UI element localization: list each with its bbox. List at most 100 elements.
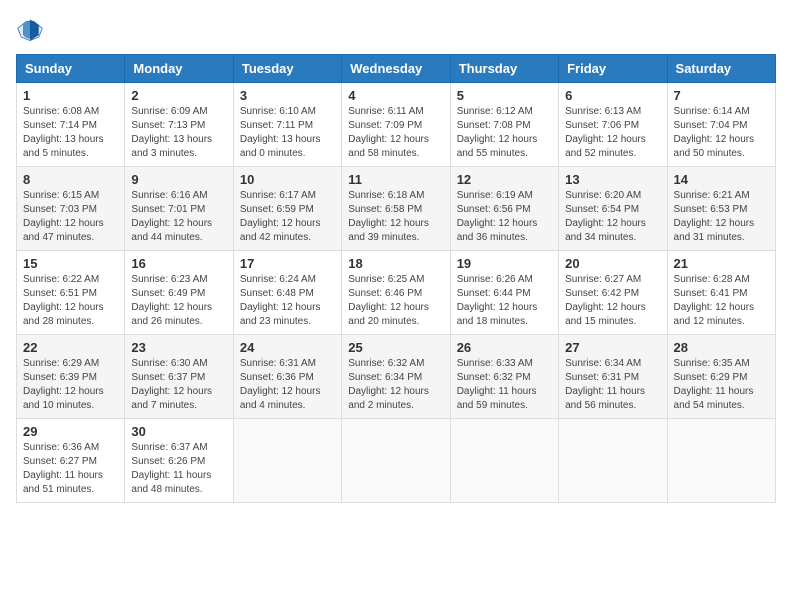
day-number: 25	[348, 340, 443, 355]
day-number: 29	[23, 424, 118, 439]
day-number: 17	[240, 256, 335, 271]
calendar-cell: 1 Sunrise: 6:08 AM Sunset: 7:14 PM Dayli…	[17, 83, 125, 167]
day-number: 3	[240, 88, 335, 103]
logo-icon	[16, 16, 44, 44]
calendar-cell: 11 Sunrise: 6:18 AM Sunset: 6:58 PM Dayl…	[342, 167, 450, 251]
day-number: 24	[240, 340, 335, 355]
calendar-cell: 27 Sunrise: 6:34 AM Sunset: 6:31 PM Dayl…	[559, 335, 667, 419]
day-info: Sunrise: 6:30 AM Sunset: 6:37 PM Dayligh…	[131, 357, 226, 413]
page-header	[16, 16, 776, 44]
calendar-cell: 24 Sunrise: 6:31 AM Sunset: 6:36 PM Dayl…	[233, 335, 341, 419]
calendar-cell	[450, 419, 558, 503]
day-number: 15	[23, 256, 118, 271]
day-info: Sunrise: 6:33 AM Sunset: 6:32 PM Dayligh…	[457, 357, 552, 413]
day-info: Sunrise: 6:32 AM Sunset: 6:34 PM Dayligh…	[348, 357, 443, 413]
calendar-header-sunday: Sunday	[17, 55, 125, 83]
calendar-cell: 3 Sunrise: 6:10 AM Sunset: 7:11 PM Dayli…	[233, 83, 341, 167]
calendar-cell: 29 Sunrise: 6:36 AM Sunset: 6:27 PM Dayl…	[17, 419, 125, 503]
calendar-cell	[342, 419, 450, 503]
day-number: 6	[565, 88, 660, 103]
calendar-week-row: 29 Sunrise: 6:36 AM Sunset: 6:27 PM Dayl…	[17, 419, 776, 503]
day-number: 12	[457, 172, 552, 187]
day-info: Sunrise: 6:13 AM Sunset: 7:06 PM Dayligh…	[565, 105, 660, 161]
day-info: Sunrise: 6:24 AM Sunset: 6:48 PM Dayligh…	[240, 273, 335, 329]
day-info: Sunrise: 6:09 AM Sunset: 7:13 PM Dayligh…	[131, 105, 226, 161]
calendar-cell: 15 Sunrise: 6:22 AM Sunset: 6:51 PM Dayl…	[17, 251, 125, 335]
day-number: 13	[565, 172, 660, 187]
day-info: Sunrise: 6:37 AM Sunset: 6:26 PM Dayligh…	[131, 441, 226, 497]
calendar-header-monday: Monday	[125, 55, 233, 83]
calendar-cell: 17 Sunrise: 6:24 AM Sunset: 6:48 PM Dayl…	[233, 251, 341, 335]
day-info: Sunrise: 6:17 AM Sunset: 6:59 PM Dayligh…	[240, 189, 335, 245]
day-number: 9	[131, 172, 226, 187]
calendar-cell: 6 Sunrise: 6:13 AM Sunset: 7:06 PM Dayli…	[559, 83, 667, 167]
calendar-cell: 28 Sunrise: 6:35 AM Sunset: 6:29 PM Dayl…	[667, 335, 775, 419]
day-number: 20	[565, 256, 660, 271]
day-number: 11	[348, 172, 443, 187]
calendar-header-saturday: Saturday	[667, 55, 775, 83]
day-info: Sunrise: 6:18 AM Sunset: 6:58 PM Dayligh…	[348, 189, 443, 245]
day-info: Sunrise: 6:34 AM Sunset: 6:31 PM Dayligh…	[565, 357, 660, 413]
calendar-cell	[667, 419, 775, 503]
day-number: 22	[23, 340, 118, 355]
calendar-cell: 19 Sunrise: 6:26 AM Sunset: 6:44 PM Dayl…	[450, 251, 558, 335]
calendar-cell: 9 Sunrise: 6:16 AM Sunset: 7:01 PM Dayli…	[125, 167, 233, 251]
logo	[16, 16, 48, 44]
day-number: 14	[674, 172, 769, 187]
day-info: Sunrise: 6:11 AM Sunset: 7:09 PM Dayligh…	[348, 105, 443, 161]
day-number: 18	[348, 256, 443, 271]
calendar-week-row: 1 Sunrise: 6:08 AM Sunset: 7:14 PM Dayli…	[17, 83, 776, 167]
day-number: 23	[131, 340, 226, 355]
calendar-cell: 13 Sunrise: 6:20 AM Sunset: 6:54 PM Dayl…	[559, 167, 667, 251]
calendar-body: 1 Sunrise: 6:08 AM Sunset: 7:14 PM Dayli…	[17, 83, 776, 503]
calendar-cell: 26 Sunrise: 6:33 AM Sunset: 6:32 PM Dayl…	[450, 335, 558, 419]
calendar-header-thursday: Thursday	[450, 55, 558, 83]
day-number: 26	[457, 340, 552, 355]
calendar-cell: 18 Sunrise: 6:25 AM Sunset: 6:46 PM Dayl…	[342, 251, 450, 335]
day-info: Sunrise: 6:19 AM Sunset: 6:56 PM Dayligh…	[457, 189, 552, 245]
day-info: Sunrise: 6:21 AM Sunset: 6:53 PM Dayligh…	[674, 189, 769, 245]
day-info: Sunrise: 6:20 AM Sunset: 6:54 PM Dayligh…	[565, 189, 660, 245]
calendar-cell: 23 Sunrise: 6:30 AM Sunset: 6:37 PM Dayl…	[125, 335, 233, 419]
day-info: Sunrise: 6:36 AM Sunset: 6:27 PM Dayligh…	[23, 441, 118, 497]
day-info: Sunrise: 6:25 AM Sunset: 6:46 PM Dayligh…	[348, 273, 443, 329]
calendar-cell: 22 Sunrise: 6:29 AM Sunset: 6:39 PM Dayl…	[17, 335, 125, 419]
calendar-header-row: SundayMondayTuesdayWednesdayThursdayFrid…	[17, 55, 776, 83]
day-number: 19	[457, 256, 552, 271]
day-number: 16	[131, 256, 226, 271]
day-number: 10	[240, 172, 335, 187]
day-info: Sunrise: 6:08 AM Sunset: 7:14 PM Dayligh…	[23, 105, 118, 161]
day-info: Sunrise: 6:14 AM Sunset: 7:04 PM Dayligh…	[674, 105, 769, 161]
calendar-header-wednesday: Wednesday	[342, 55, 450, 83]
day-number: 27	[565, 340, 660, 355]
calendar-cell: 8 Sunrise: 6:15 AM Sunset: 7:03 PM Dayli…	[17, 167, 125, 251]
day-info: Sunrise: 6:28 AM Sunset: 6:41 PM Dayligh…	[674, 273, 769, 329]
day-info: Sunrise: 6:27 AM Sunset: 6:42 PM Dayligh…	[565, 273, 660, 329]
calendar-header-tuesday: Tuesday	[233, 55, 341, 83]
calendar-cell: 20 Sunrise: 6:27 AM Sunset: 6:42 PM Dayl…	[559, 251, 667, 335]
day-number: 28	[674, 340, 769, 355]
calendar-cell: 14 Sunrise: 6:21 AM Sunset: 6:53 PM Dayl…	[667, 167, 775, 251]
calendar-cell	[559, 419, 667, 503]
day-number: 2	[131, 88, 226, 103]
day-info: Sunrise: 6:10 AM Sunset: 7:11 PM Dayligh…	[240, 105, 335, 161]
calendar-cell	[233, 419, 341, 503]
day-number: 21	[674, 256, 769, 271]
calendar-table: SundayMondayTuesdayWednesdayThursdayFrid…	[16, 54, 776, 503]
calendar-cell: 10 Sunrise: 6:17 AM Sunset: 6:59 PM Dayl…	[233, 167, 341, 251]
day-info: Sunrise: 6:23 AM Sunset: 6:49 PM Dayligh…	[131, 273, 226, 329]
calendar-cell: 2 Sunrise: 6:09 AM Sunset: 7:13 PM Dayli…	[125, 83, 233, 167]
day-number: 1	[23, 88, 118, 103]
day-info: Sunrise: 6:26 AM Sunset: 6:44 PM Dayligh…	[457, 273, 552, 329]
calendar-header-friday: Friday	[559, 55, 667, 83]
day-info: Sunrise: 6:16 AM Sunset: 7:01 PM Dayligh…	[131, 189, 226, 245]
calendar-cell: 25 Sunrise: 6:32 AM Sunset: 6:34 PM Dayl…	[342, 335, 450, 419]
day-info: Sunrise: 6:22 AM Sunset: 6:51 PM Dayligh…	[23, 273, 118, 329]
day-info: Sunrise: 6:31 AM Sunset: 6:36 PM Dayligh…	[240, 357, 335, 413]
calendar-week-row: 15 Sunrise: 6:22 AM Sunset: 6:51 PM Dayl…	[17, 251, 776, 335]
calendar-cell: 5 Sunrise: 6:12 AM Sunset: 7:08 PM Dayli…	[450, 83, 558, 167]
day-number: 4	[348, 88, 443, 103]
day-number: 8	[23, 172, 118, 187]
calendar-cell: 30 Sunrise: 6:37 AM Sunset: 6:26 PM Dayl…	[125, 419, 233, 503]
day-number: 5	[457, 88, 552, 103]
